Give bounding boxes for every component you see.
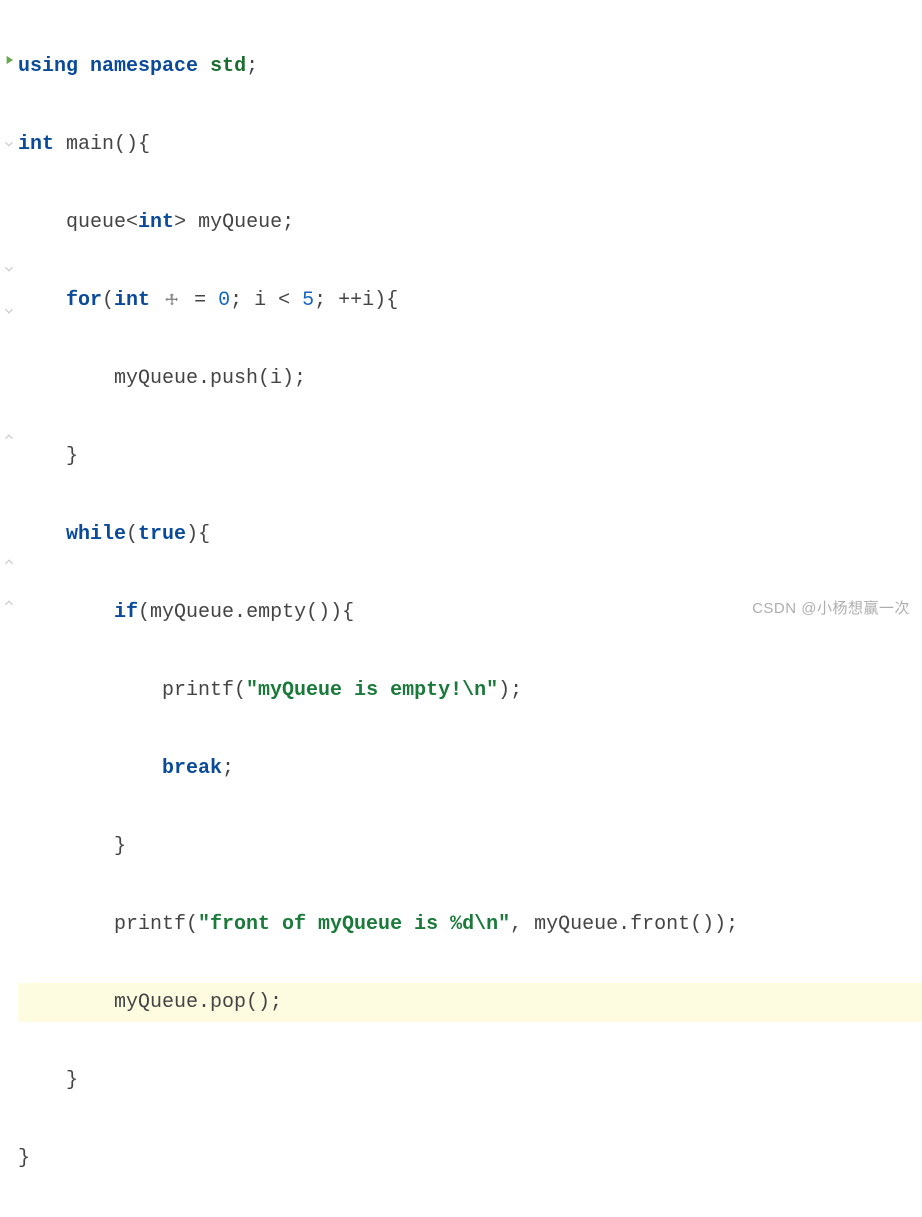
punct-close: ) [330,601,342,624]
code-line: queue<int> myQueue; [18,203,922,242]
fold-icon [2,430,16,444]
call-push: myQueue.push(i) [114,367,294,390]
ident-cond: i < [254,289,302,312]
punct-close: ) [498,679,510,702]
ident-main: main [66,133,114,156]
code-line: while(true){ [18,515,922,554]
code-line: } [18,437,922,476]
code-line: } [18,1139,922,1178]
keyword-using: using [18,55,78,78]
code-line: myQueue.push(i); [18,359,922,398]
punct-brace: { [386,289,398,312]
punct-close-brace: } [114,835,126,858]
punct-gt: > [174,211,186,234]
call-pop: myQueue.pop() [114,991,270,1014]
fold-icon [2,262,16,276]
fold-icon [2,137,16,151]
punct-parens: () [114,133,138,156]
keyword-break: break [162,757,222,780]
keyword-if: if [114,601,138,624]
code-line: for(int = 0; i < 5; ++i){ [18,281,922,320]
ident-inc: ++i [338,289,374,312]
keyword-int: int [114,289,162,312]
fold-icon [2,304,16,318]
keyword-int: int [18,133,54,156]
punct-semi: ; [282,211,294,234]
fold-icon [2,596,16,610]
punct-semi: ; [246,55,258,78]
code-line: } [18,827,922,866]
punct-open: ( [102,289,114,312]
fold-icon [2,555,16,569]
punct-close-brace: } [66,1069,78,1092]
run-icon [2,53,16,67]
keyword-for: for [66,289,102,312]
punct-brace: { [198,523,210,546]
code-line: using namespace std; [18,47,922,86]
punct-semi: ; [726,913,738,936]
code-line: } [18,1061,922,1100]
code-line: int main(){ [18,125,922,164]
ident-var: myQueue [186,211,282,234]
type-queue: queue [66,211,126,234]
code-line: break; [18,749,922,788]
punct-lt: < [126,211,138,234]
punct-close-brace: } [18,1147,30,1170]
punct-semi: ; [230,289,254,312]
keyword-namespace: namespace [90,55,198,78]
punct-open: ( [138,601,150,624]
string-literal: "myQueue is empty!\n" [246,679,498,702]
punct-close: ) [374,289,386,312]
watermark: CSDN @小杨想赢一次 [752,594,910,623]
punct-close-brace: } [66,445,78,468]
call-printf: printf( [162,679,246,702]
call-front: , myQueue.front()) [510,913,726,936]
gutter [0,0,18,629]
punct-brace: { [342,601,354,624]
punct-semi: ; [222,757,234,780]
punct-semi: ; [510,679,522,702]
keyword-true: true [138,523,186,546]
code-line-current: myQueue.pop(); [18,983,922,1022]
move-cursor-icon [164,292,180,308]
punct-close: ) [186,523,198,546]
string-literal: "front of myQueue is %d\n" [198,913,510,936]
punct-brace: { [138,133,150,156]
punct-open: ( [126,523,138,546]
punct-semi: ; [314,289,338,312]
call-printf: printf( [114,913,198,936]
keyword-int: int [138,211,174,234]
punct-eq: = [182,289,218,312]
keyword-while: while [66,523,126,546]
literal-five: 5 [302,289,314,312]
code-line: printf("myQueue is empty!\n"); [18,671,922,710]
punct-semi: ; [294,367,306,390]
punct-semi: ; [270,991,282,1014]
type-std: std [210,55,246,78]
code-line: printf("front of myQueue is %d\n", myQue… [18,905,922,944]
literal-zero: 0 [218,289,230,312]
call-empty: myQueue.empty() [150,601,330,624]
